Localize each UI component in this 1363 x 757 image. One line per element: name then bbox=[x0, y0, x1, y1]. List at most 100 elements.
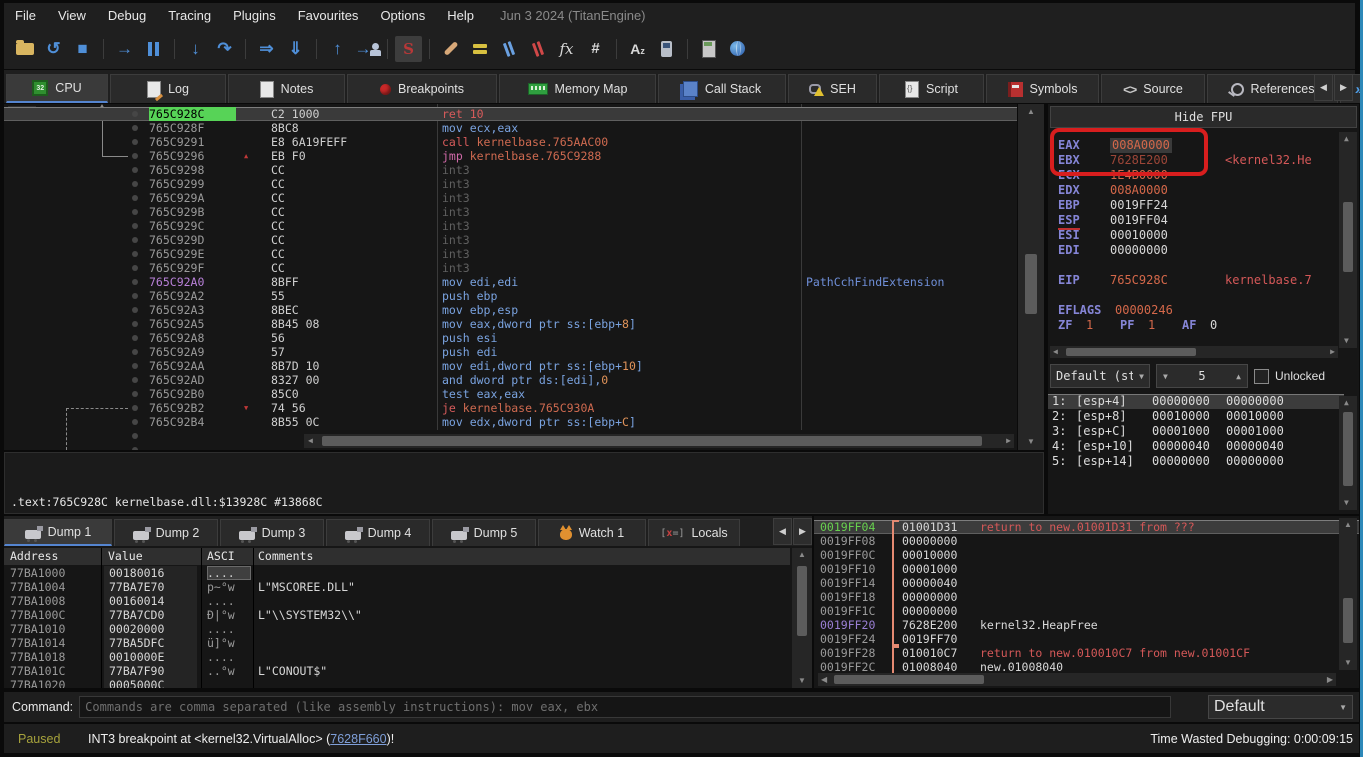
menu-item-plugins[interactable]: Plugins bbox=[222, 5, 287, 26]
breakpoint-dot[interactable] bbox=[132, 307, 138, 313]
attach-icon[interactable]: → bbox=[353, 36, 380, 62]
disasm-row[interactable]: 765C92A58B45 08mov eax,dword ptr ss:[ebp… bbox=[4, 317, 1017, 331]
scroll-up-icon[interactable]: ▲ bbox=[798, 551, 806, 559]
scroll-left-icon[interactable]: ◀ bbox=[821, 676, 827, 684]
scroll-up-icon[interactable]: ▲ bbox=[1027, 108, 1035, 116]
globe-icon[interactable] bbox=[724, 36, 751, 62]
breakpoint-dot[interactable] bbox=[132, 293, 138, 299]
run-to-user-code-icon[interactable]: ↑ bbox=[324, 36, 351, 62]
tab-script[interactable]: {}Script bbox=[879, 74, 984, 103]
dump-tab-scroll-left-button[interactable]: ◀ bbox=[773, 518, 792, 545]
breakpoint-dot[interactable] bbox=[132, 251, 138, 257]
comment-icon[interactable] bbox=[466, 36, 493, 62]
disasm-row[interactable]: 765C9296▲EB F0jmp kernelbase.765C9288 bbox=[4, 149, 1017, 163]
scroll-down-icon[interactable]: ▼ bbox=[798, 677, 806, 685]
scroll-up-icon[interactable]: ▲ bbox=[1344, 521, 1352, 529]
scrollbar-thumb[interactable] bbox=[834, 675, 984, 684]
menu-item-file[interactable]: File bbox=[4, 5, 47, 26]
run-icon[interactable]: → bbox=[111, 36, 138, 62]
case-convert-icon[interactable]: Az bbox=[624, 36, 651, 62]
scroll-up-icon[interactable]: ▲ bbox=[1344, 399, 1349, 407]
dump-row[interactable]: 77BA100477BA7E70p~°wL"MSCOREE.DLL" bbox=[4, 580, 790, 594]
stop-icon[interactable]: ■ bbox=[69, 36, 96, 62]
dump-row[interactable]: 77BA100C77BA7CD0Ð|°wL"\\SYSTEM32\\" bbox=[4, 608, 790, 622]
dump-row[interactable]: 77BA10200005000C bbox=[4, 678, 790, 688]
tab-seh[interactable]: SEH bbox=[788, 74, 877, 103]
menu-item-help[interactable]: Help bbox=[436, 5, 485, 26]
function-icon[interactable] bbox=[524, 36, 551, 62]
scroll-down-icon[interactable]: ▼ bbox=[1027, 438, 1035, 446]
menu-item-view[interactable]: View bbox=[47, 5, 97, 26]
disasm-row[interactable]: 765C92B085C0test eax,eax bbox=[4, 387, 1017, 401]
stack-argument-row[interactable]: 2:[esp+8]0001000000010000 bbox=[1048, 409, 1344, 424]
dump-row[interactable]: 77BA101000020000.... bbox=[4, 622, 790, 636]
stack-row[interactable]: 0019FF0800000000 bbox=[814, 534, 1359, 548]
disasm-row[interactable]: 765C928F8BC8mov ecx,eax bbox=[4, 121, 1017, 135]
dump-tab-dump-3[interactable]: Dump 3 bbox=[220, 519, 324, 546]
disasm-row[interactable]: 765C9291E8 6A19FEFFcall kernelbase.765AA… bbox=[4, 135, 1017, 149]
stack-row[interactable]: 0019FF240019FF70 bbox=[814, 632, 1359, 646]
disasm-row[interactable]: 765C929ECCint3 bbox=[4, 247, 1017, 261]
letter-s-icon[interactable]: S bbox=[395, 36, 422, 62]
arg-count-spinner[interactable]: ▼ 5 ▲ bbox=[1156, 364, 1248, 388]
step-over-icon[interactable]: ↷ bbox=[211, 36, 238, 62]
stack-row[interactable]: 0019FF0C00010000 bbox=[814, 548, 1359, 562]
dump-tab-scroll-right-button[interactable]: ▶ bbox=[793, 518, 812, 545]
tab-breakpoints[interactable]: Breakpoints bbox=[347, 74, 497, 103]
dump-tab-dump-1[interactable]: Dump 1 bbox=[4, 519, 112, 546]
disasm-row[interactable]: 765C929DCCint3 bbox=[4, 233, 1017, 247]
scrollbar-thumb[interactable] bbox=[1343, 598, 1353, 643]
breakpoint-dot[interactable] bbox=[132, 447, 138, 450]
breakpoint-dot[interactable] bbox=[132, 167, 138, 173]
disasm-row[interactable]: 765C92A08BFFmov edi,ediPathCchFindExtens… bbox=[4, 275, 1017, 289]
scrollbar-thumb[interactable] bbox=[1025, 254, 1037, 314]
stack-row[interactable]: 0019FF28010010C7return to new.010010C7 f… bbox=[814, 646, 1359, 660]
step-into-icon[interactable]: ↓ bbox=[182, 36, 209, 62]
breakpoint-dot[interactable] bbox=[132, 419, 138, 425]
stack-argument-row[interactable]: 4:[esp+10]0000004000000040 bbox=[1048, 439, 1344, 454]
scroll-down-icon[interactable]: ▼ bbox=[1344, 659, 1352, 667]
disasm-row[interactable]: 765C92B48B55 0Cmov edx,dword ptr ss:[ebp… bbox=[4, 415, 1017, 429]
dump-row[interactable]: 77BA100800160014.... bbox=[4, 594, 790, 608]
scroll-up-icon[interactable]: ▲ bbox=[1344, 135, 1349, 143]
unlocked-checkbox[interactable] bbox=[1254, 369, 1269, 384]
modules-icon[interactable] bbox=[653, 36, 680, 62]
open-file-icon[interactable] bbox=[11, 36, 38, 62]
step-out-icon[interactable]: ⇓ bbox=[282, 36, 309, 62]
patch-icon[interactable] bbox=[437, 36, 464, 62]
dump-v-scrollbar[interactable]: ▲ ▼ bbox=[792, 548, 812, 688]
breakpoint-dot[interactable] bbox=[132, 405, 138, 411]
scroll-left-icon[interactable]: ◀ bbox=[1053, 348, 1058, 356]
breakpoint-dot[interactable] bbox=[132, 335, 138, 341]
breakpoint-dot[interactable] bbox=[132, 237, 138, 243]
hash-icon[interactable]: # bbox=[582, 36, 609, 62]
disasm-row[interactable]: 765C928CC2 1000ret 10 bbox=[4, 107, 1017, 121]
menu-item-tracing[interactable]: Tracing bbox=[157, 5, 222, 26]
stack-h-scrollbar[interactable]: ◀ ▶ bbox=[818, 673, 1336, 686]
hide-fpu-button[interactable]: Hide FPU bbox=[1050, 106, 1357, 128]
breakpoint-dot[interactable] bbox=[132, 391, 138, 397]
breakpoint-dot[interactable] bbox=[132, 349, 138, 355]
disasm-row[interactable]: 765C92A957push edi bbox=[4, 345, 1017, 359]
register-row[interactable]: EBP0019FF24 bbox=[1048, 198, 1338, 213]
breakpoint-dot[interactable] bbox=[132, 363, 138, 369]
register-row[interactable]: ESP0019FF04 bbox=[1048, 213, 1338, 228]
register-row[interactable]: ZF1PF1AF0 bbox=[1048, 318, 1338, 333]
breakpoint-dot[interactable] bbox=[132, 433, 138, 439]
disasm-h-scrollbar[interactable]: ◀ ▶ bbox=[304, 434, 1014, 448]
breakpoint-dot[interactable] bbox=[132, 223, 138, 229]
dump-row[interactable]: 77BA101477BA5DFCü]°w bbox=[4, 636, 790, 650]
tab-log[interactable]: Log bbox=[110, 74, 226, 103]
disasm-row[interactable]: 765C929BCCint3 bbox=[4, 205, 1017, 219]
breakpoint-dot[interactable] bbox=[132, 139, 138, 145]
menu-item-favourites[interactable]: Favourites bbox=[287, 5, 370, 26]
disasm-row[interactable]: 765C92A856push esi bbox=[4, 331, 1017, 345]
disasm-row[interactable]: 765C92A38BECmov ebp,esp bbox=[4, 303, 1017, 317]
tab-memory-map[interactable]: Memory Map bbox=[499, 74, 656, 103]
register-row[interactable]: EDI00000000 bbox=[1048, 243, 1338, 258]
scroll-right-icon[interactable]: ▶ bbox=[1327, 676, 1333, 684]
menu-item-options[interactable]: Options bbox=[369, 5, 436, 26]
breakpoint-dot[interactable] bbox=[132, 265, 138, 271]
scrollbar-thumb[interactable] bbox=[1343, 202, 1353, 272]
command-profile-select[interactable]: Default ▼ bbox=[1208, 695, 1353, 719]
